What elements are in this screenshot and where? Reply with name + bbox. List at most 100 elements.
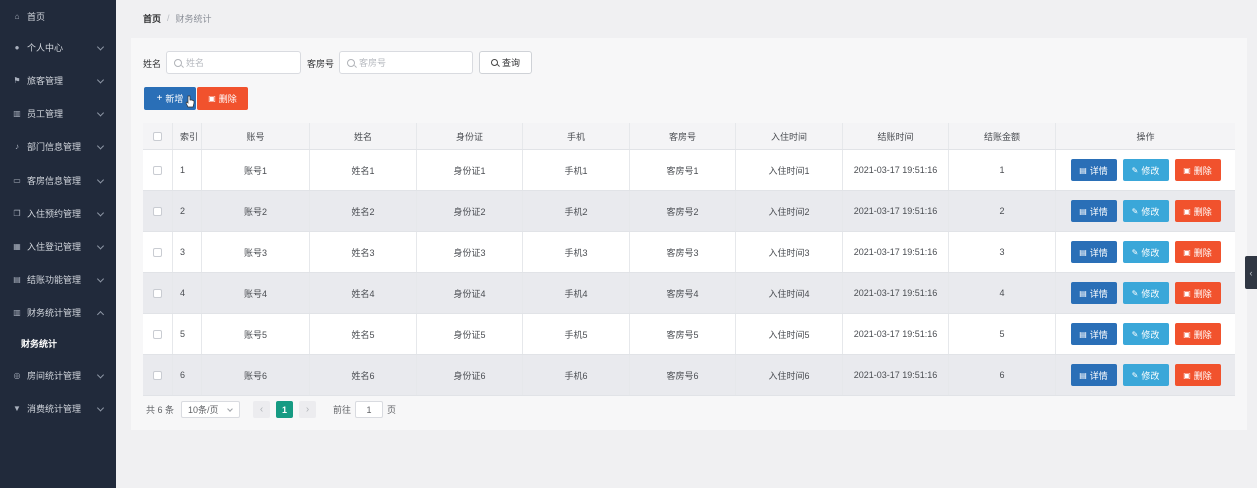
cell-idcard: 身份证6 (417, 355, 523, 395)
cell-phone: 手机4 (523, 273, 630, 313)
table-row: 2 账号2 姓名2 身份证2 手机2 客房号2 入住时间2 2021-03-17 19:51:… (143, 191, 1235, 232)
sidebar-subitem-finance-stats[interactable]: 财务统计 (0, 330, 116, 356)
detail-button[interactable]: ▤ 详情 (1070, 159, 1117, 181)
delete-button[interactable]: ▣ 删除 (1174, 200, 1221, 222)
delete-button-label: 删除 (1193, 329, 1212, 340)
delete-button-label: 删除 (1193, 370, 1212, 381)
chart-bars-icon: ▥ (13, 109, 21, 118)
query-button[interactable]: 查询 (479, 51, 532, 74)
table-row: 1 账号1 姓名1 身份证1 手机1 客房号1 入住时间1 2021-03-17 19:51:… (143, 150, 1235, 191)
cell-name: 姓名4 (310, 273, 417, 313)
delete-button[interactable]: ▣ 删除 (1174, 323, 1221, 345)
sidebar-item[interactable]: ⌂ 首页 (0, 0, 116, 33)
next-page-button[interactable]: › (299, 401, 317, 418)
breadcrumb-home[interactable]: 首页 (143, 12, 161, 25)
collapse-panel-button[interactable]: ‹ (1245, 256, 1257, 289)
sidebar-item-label: 入住登记管理 (27, 242, 82, 252)
edit-button[interactable]: ✎ 修改 (1122, 364, 1169, 386)
goto-suffix: 页 (387, 405, 397, 415)
cell-amount: 1 (949, 150, 1056, 190)
pencil-icon: ✎ (1131, 247, 1139, 257)
sidebar: ⌂ 首页 ● 个人中心 ⚑ 旅客管理 ▥ 员工管理 ♪ 部门信息管理 ▭ 客房信息管理 ❐ 入住预约管理 ▦… (0, 0, 116, 488)
cell-amount: 5 (949, 314, 1056, 354)
table-header-row: 索引 账号 姓名 身份证 手机 客房号 入住时间 结账时间 结账金额 操作 (143, 123, 1235, 150)
edit-button[interactable]: ✎ 修改 (1122, 282, 1169, 304)
row-checkbox[interactable] (153, 370, 162, 380)
page-size-select[interactable]: 10条/页 (181, 401, 241, 418)
detail-button[interactable]: ▤ 详情 (1070, 241, 1117, 263)
detail-button[interactable]: ▤ 详情 (1070, 364, 1117, 386)
sidebar-item[interactable]: ▼ 消费统计管理 (0, 392, 116, 425)
cell-amount: 3 (949, 232, 1056, 272)
document-icon: ▤ (1079, 206, 1087, 216)
sidebar-item[interactable]: ▤ 结账功能管理 (0, 263, 116, 296)
sidebar-item-label: 旅客管理 (27, 76, 64, 86)
sidebar-item[interactable]: ▦ 入住登记管理 (0, 230, 116, 263)
edit-button-label: 修改 (1141, 329, 1160, 340)
select-all-checkbox[interactable] (153, 131, 162, 141)
sidebar-item-label: 员工管理 (27, 109, 64, 119)
cell-index: 3 (173, 232, 202, 272)
row-checkbox[interactable] (153, 288, 162, 298)
query-button-label: 查询 (501, 58, 520, 68)
cell-checkout: 2021-03-17 19:51:16 (843, 232, 949, 272)
delete-button[interactable]: ▣ 删除 (1174, 241, 1221, 263)
detail-button[interactable]: ▤ 详情 (1070, 282, 1117, 304)
cell-account: 账号4 (202, 273, 310, 313)
breadcrumb-current: 财务统计 (175, 13, 212, 24)
delete-button[interactable]: ▣ 删除 (1174, 364, 1221, 386)
delete-button-label: 删除 (218, 94, 237, 104)
prev-page-button[interactable]: ‹ (253, 401, 271, 418)
chevron-left-icon: ‹ (1249, 267, 1253, 278)
edit-button[interactable]: ✎ 修改 (1122, 159, 1169, 181)
room-search-label: 客房号 (307, 59, 335, 69)
edit-button[interactable]: ✎ 修改 (1122, 200, 1169, 222)
sidebar-item[interactable]: ▭ 客房信息管理 (0, 164, 116, 197)
room-search-input[interactable] (359, 57, 459, 68)
sidebar-item[interactable]: ⚑ 旅客管理 (0, 64, 116, 97)
batch-delete-button[interactable]: ▣ 删除 (197, 87, 248, 110)
row-checkbox[interactable] (153, 329, 162, 339)
name-search-field[interactable] (166, 51, 301, 74)
edit-button-label: 修改 (1141, 165, 1160, 176)
sidebar-item[interactable]: ▥ 财务统计管理 (0, 296, 116, 329)
column-header: 账号 (202, 123, 310, 149)
column-header: 结账时间 (843, 123, 949, 149)
sidebar-item[interactable]: ◎ 房间统计管理 (0, 359, 116, 392)
row-checkbox[interactable] (153, 206, 162, 216)
detail-button-label: 详情 (1089, 288, 1108, 299)
delete-button[interactable]: ▣ 删除 (1174, 282, 1221, 304)
cell-idcard: 身份证4 (417, 273, 523, 313)
cell-checkin: 入住时间5 (736, 314, 843, 354)
goto-page-input[interactable]: 1 (355, 401, 384, 418)
add-button-label: 新增 (165, 94, 184, 104)
sidebar-item[interactable]: ♪ 部门信息管理 (0, 130, 116, 163)
delete-button[interactable]: ▣ 删除 (1174, 159, 1221, 181)
page-number-current[interactable]: 1 (276, 401, 294, 418)
flag-icon: ⚑ (13, 76, 21, 85)
trash-icon: ▣ (1183, 370, 1191, 380)
sidebar-item[interactable]: ▥ 员工管理 (0, 97, 116, 130)
edit-button-label: 修改 (1141, 247, 1160, 258)
edit-button[interactable]: ✎ 修改 (1122, 241, 1169, 263)
name-search-input[interactable] (186, 57, 286, 68)
cell-amount: 2 (949, 191, 1056, 231)
cell-account: 账号6 (202, 355, 310, 395)
room-search-field[interactable] (339, 51, 473, 74)
detail-button[interactable]: ▤ 详情 (1070, 323, 1117, 345)
detail-button[interactable]: ▤ 详情 (1070, 200, 1117, 222)
row-checkbox-cell (143, 232, 173, 272)
cell-name: 姓名3 (310, 232, 417, 272)
edit-button[interactable]: ✎ 修改 (1122, 323, 1169, 345)
pencil-icon: ✎ (1131, 165, 1139, 175)
cup-icon: ▼ (13, 404, 21, 413)
row-checkbox[interactable] (153, 165, 162, 175)
row-checkbox[interactable] (153, 247, 162, 257)
bag-icon: ▤ (13, 275, 21, 284)
cell-idcard: 身份证1 (417, 150, 523, 190)
message-icon: ▭ (13, 176, 21, 185)
sidebar-item[interactable]: ● 个人中心 (0, 31, 116, 64)
sidebar-item[interactable]: ❐ 入住预约管理 (0, 197, 116, 230)
delete-button-label: 删除 (1193, 288, 1212, 299)
edit-button-label: 修改 (1141, 370, 1160, 381)
